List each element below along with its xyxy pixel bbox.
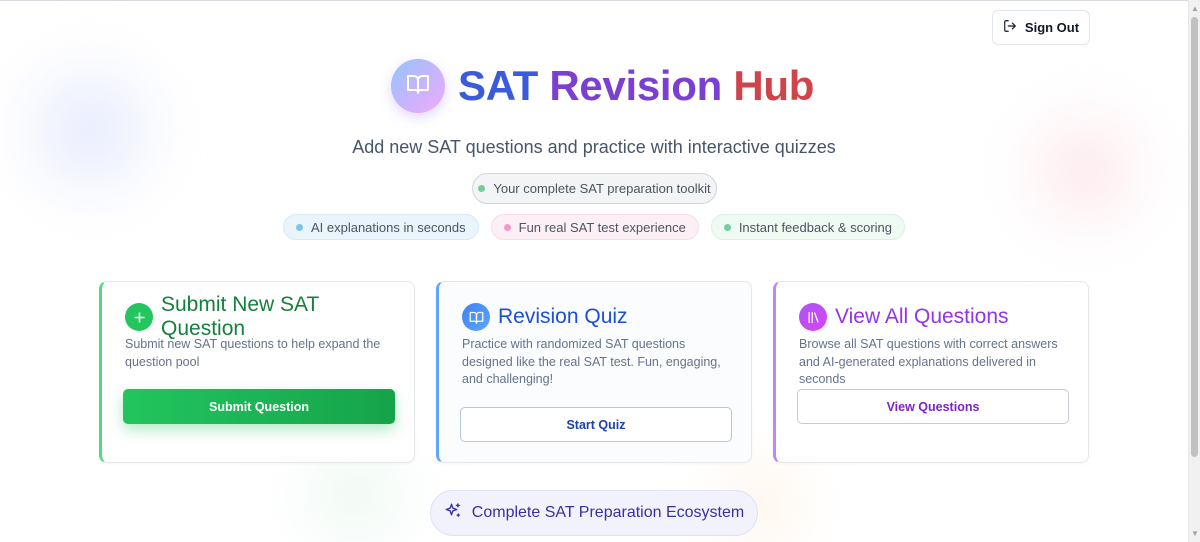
quiz-card-title: Revision Quiz bbox=[498, 305, 628, 328]
chip-fun-experience: Fun real SAT test experience bbox=[490, 214, 699, 240]
chip-label: Fun real SAT test experience bbox=[518, 219, 686, 235]
feature-chips: AI explanations in seconds Fun real SAT … bbox=[0, 214, 1188, 240]
view-card-description: Browse all SAT questions with correct an… bbox=[799, 337, 1058, 386]
app-header: SAT Revision Hub bbox=[391, 59, 814, 113]
ecosystem-label: Complete SAT Preparation Ecosystem bbox=[471, 504, 745, 521]
view-card-title: View All Questions bbox=[835, 305, 1009, 328]
chip-dot bbox=[295, 223, 303, 231]
chip-instant-feedback: Instant feedback & scoring bbox=[710, 214, 906, 240]
status-dot bbox=[478, 185, 486, 192]
scroll-up-arrow-icon[interactable]: ▲ bbox=[1191, 4, 1199, 13]
toolkit-badge: Your complete SAT preparation toolkit bbox=[472, 173, 717, 204]
title-revision: Revision bbox=[549, 62, 723, 109]
view-questions-button[interactable]: View Questions bbox=[797, 389, 1069, 424]
sign-out-label: Sign Out bbox=[1024, 20, 1080, 35]
revision-quiz-card: Revision Quiz Practice with randomized S… bbox=[436, 281, 752, 463]
chip-label: AI explanations in seconds bbox=[310, 219, 466, 235]
chip-dot bbox=[503, 223, 511, 231]
book-open-icon bbox=[462, 303, 490, 331]
view-questions-card: View All Questions Browse all SAT questi… bbox=[773, 281, 1089, 463]
submit-card-title: Submit New SAT Question bbox=[161, 293, 319, 340]
chip-label: Instant feedback & scoring bbox=[738, 219, 893, 235]
quiz-card-description: Practice with randomized SAT questions d… bbox=[462, 337, 721, 386]
scroll-down-arrow-icon[interactable]: ▼ bbox=[1191, 529, 1199, 538]
submit-question-card: Submit New SAT Question Submit new SAT q… bbox=[99, 281, 415, 463]
scrollbar-thumb[interactable] bbox=[1191, 17, 1198, 457]
submit-question-button[interactable]: Submit Question bbox=[123, 389, 395, 424]
book-open-icon bbox=[406, 72, 430, 101]
submit-card-description: Submit new SAT questions to help expand … bbox=[125, 337, 381, 369]
ecosystem-banner: Complete SAT Preparation Ecosystem bbox=[430, 490, 758, 536]
sign-out-button[interactable]: Sign Out bbox=[992, 10, 1090, 45]
page-subtitle: Add new SAT questions and practice with … bbox=[352, 137, 836, 157]
title-sat: SAT bbox=[458, 62, 538, 109]
title-hub: Hub bbox=[733, 62, 815, 109]
library-icon bbox=[799, 303, 827, 331]
sparkles-icon bbox=[444, 502, 462, 525]
chip-dot bbox=[723, 223, 731, 231]
plus-icon bbox=[125, 303, 153, 331]
vertical-scrollbar[interactable]: ▲ ▼ bbox=[1188, 0, 1200, 542]
toolkit-badge-label: Your complete SAT preparation toolkit bbox=[493, 181, 711, 196]
page-title: SAT Revision Hub bbox=[458, 62, 814, 110]
start-quiz-button[interactable]: Start Quiz bbox=[460, 407, 732, 442]
chip-ai-explanations: AI explanations in seconds bbox=[282, 214, 479, 240]
window-top-border bbox=[0, 0, 1188, 1]
decorative-blob-blue bbox=[10, 55, 170, 205]
log-out-icon bbox=[1003, 19, 1017, 36]
logo bbox=[391, 59, 445, 113]
